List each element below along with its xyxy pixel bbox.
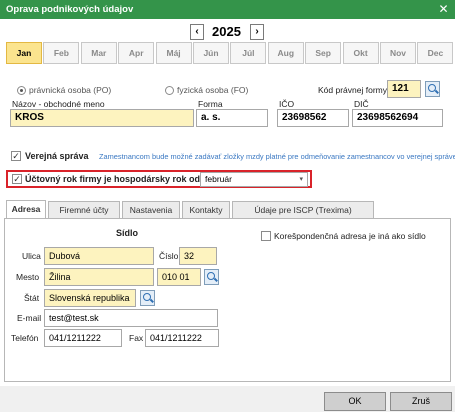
month-máj[interactable]: Máj bbox=[155, 42, 192, 64]
ico-label: IČO bbox=[279, 99, 295, 109]
footer bbox=[0, 386, 455, 412]
ok-button[interactable]: OK bbox=[324, 392, 386, 411]
fiscal-year-value: február bbox=[205, 174, 232, 184]
tab-4[interactable]: Kontakty bbox=[182, 201, 230, 218]
year-label: 2025 bbox=[212, 24, 241, 39]
public-admin-checkbox[interactable]: ✓ bbox=[11, 151, 21, 161]
legal-form-code-field[interactable]: 121 bbox=[387, 80, 421, 98]
city-field[interactable]: Žilina bbox=[44, 268, 154, 286]
month-júl[interactable]: Júl bbox=[230, 42, 267, 64]
tab-3[interactable]: Nastavenia bbox=[122, 201, 180, 218]
fiscal-year-checkbox[interactable]: ✓ bbox=[12, 174, 22, 184]
cancel-button[interactable]: Zruš bbox=[390, 392, 452, 411]
email-field[interactable]: test@test.sk bbox=[44, 309, 218, 327]
search-icon bbox=[143, 293, 151, 301]
next-year-button[interactable]: › bbox=[250, 24, 264, 40]
company-name-label: Názov - obchodné meno bbox=[12, 99, 105, 109]
fax-field[interactable]: 041/1211222 bbox=[145, 329, 219, 347]
month-feb[interactable]: Feb bbox=[43, 42, 80, 64]
state-field[interactable]: Slovenská republika bbox=[44, 289, 136, 307]
phone-field[interactable]: 041/1211222 bbox=[44, 329, 122, 347]
state-lookup-button[interactable] bbox=[140, 290, 155, 306]
street-label: Ulica bbox=[22, 251, 41, 261]
form-field[interactable]: a. s. bbox=[196, 109, 268, 127]
month-nov[interactable]: Nov bbox=[380, 42, 416, 64]
close-icon[interactable]: ✕ bbox=[436, 2, 451, 17]
correspondence-checkbox[interactable] bbox=[261, 231, 271, 241]
chevron-down-icon: ▾ bbox=[299, 176, 303, 183]
tab-5[interactable]: Údaje pre ISCP (Trexima) bbox=[232, 201, 374, 218]
public-admin-note: Zamestnancom bude možné zadávať zložky m… bbox=[99, 152, 455, 161]
title-bar: Oprava podnikových údajov ✕ bbox=[0, 0, 455, 19]
prev-year-button[interactable]: ‹ bbox=[190, 24, 204, 40]
legal-entity-label: právnická osoba (PO) bbox=[29, 85, 112, 95]
natural-person-radio[interactable] bbox=[165, 86, 174, 95]
street-field[interactable]: Dubová bbox=[44, 247, 154, 265]
email-label: E-mail bbox=[17, 313, 42, 323]
month-dec[interactable]: Dec bbox=[417, 42, 454, 64]
fiscal-year-select[interactable]: február ▾ bbox=[200, 172, 308, 187]
month-aug[interactable]: Aug bbox=[267, 42, 304, 64]
company-name-field[interactable]: KROS bbox=[10, 109, 194, 127]
dic-field[interactable]: 23698562694 bbox=[352, 109, 443, 127]
legal-entity-radio[interactable] bbox=[17, 86, 26, 95]
month-okt[interactable]: Okt bbox=[342, 42, 379, 64]
zip-field[interactable]: 010 01 bbox=[157, 268, 201, 286]
city-lookup-button[interactable] bbox=[204, 269, 219, 285]
section-title: Sídlo bbox=[116, 228, 138, 238]
public-admin-label: Verejná správa bbox=[25, 151, 89, 161]
fiscal-year-label: Účtovný rok firmy je hospodársky rok od bbox=[25, 174, 201, 184]
month-jún[interactable]: Jún bbox=[193, 42, 229, 64]
month-mar[interactable]: Mar bbox=[80, 42, 117, 64]
fax-label: Fax bbox=[129, 333, 144, 343]
search-icon bbox=[428, 84, 436, 92]
tab-2[interactable]: Firemné účty bbox=[48, 201, 120, 218]
phone-label: Telefón bbox=[11, 333, 39, 343]
number-label: Číslo bbox=[159, 251, 179, 261]
month-sep[interactable]: Sep bbox=[305, 42, 342, 64]
search-icon bbox=[207, 272, 215, 280]
form-label: Forma bbox=[198, 99, 223, 109]
state-label: Štát bbox=[24, 293, 40, 303]
tab-1[interactable]: Adresa bbox=[6, 200, 46, 219]
correspondence-label: Korešpondenčná adresa je iná ako sídlo bbox=[274, 231, 426, 241]
dic-label: DIČ bbox=[354, 99, 369, 109]
city-label: Mesto bbox=[16, 272, 40, 282]
ico-field[interactable]: 23698562 bbox=[277, 109, 349, 127]
lookup-button[interactable] bbox=[425, 81, 440, 97]
legal-form-code-label: Kód právnej formy bbox=[318, 85, 387, 95]
month-jan[interactable]: Jan bbox=[6, 42, 42, 64]
window-title: Oprava podnikových údajov bbox=[6, 4, 134, 15]
number-field[interactable]: 32 bbox=[179, 247, 217, 265]
natural-person-label: fyzická osoba (FO) bbox=[177, 85, 249, 95]
month-apr[interactable]: Apr bbox=[118, 42, 155, 64]
